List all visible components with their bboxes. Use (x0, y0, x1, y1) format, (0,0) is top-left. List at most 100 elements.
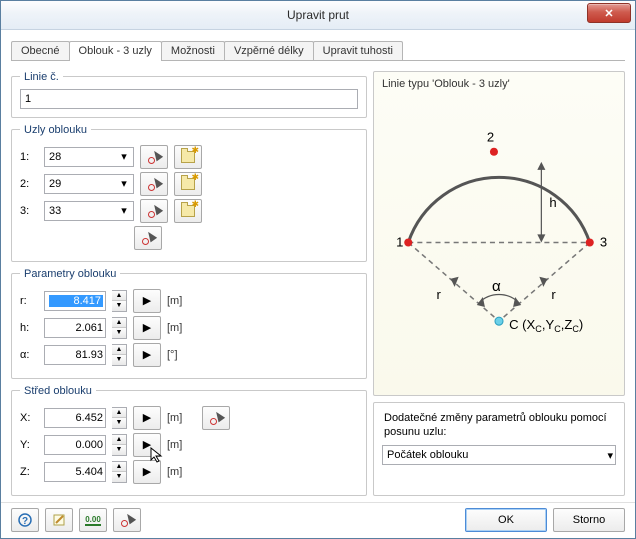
center-x-spinner[interactable]: ▲▼ (112, 407, 127, 429)
arrow-right-icon: ▶ (143, 411, 151, 424)
group-additional-changes: Dodatečné změny parametrů oblouku pomocí… (373, 402, 625, 496)
note-button[interactable] (45, 508, 73, 532)
new-folder-icon (181, 151, 195, 163)
ok-button[interactable]: OK (465, 508, 547, 532)
pick-icon (147, 177, 161, 191)
center-y-input[interactable]: 0.000 (44, 435, 106, 455)
param-r-label: r: (20, 295, 38, 307)
tab-bar: Obecné Oblouk - 3 uzly Možnosti Vzpěrné … (11, 38, 625, 61)
apply-pick-button[interactable] (113, 508, 141, 532)
pick-center-button[interactable] (202, 406, 230, 430)
param-h-lock-button[interactable]: ▶ (133, 316, 161, 340)
svg-text:r: r (436, 287, 441, 302)
param-alpha-spinner[interactable]: ▲▼ (112, 344, 127, 366)
node-1-label: 1: (20, 151, 38, 163)
center-x-lock-button[interactable]: ▶ (133, 406, 161, 430)
new-node-2-button[interactable] (174, 172, 202, 196)
dialog-window: Upravit prut ✕ Obecné Oblouk - 3 uzly Mo… (0, 0, 636, 539)
group-arc-nodes: Uzly oblouku 1: 28▾ 2: 29▾ 3: (11, 124, 367, 262)
center-z-input[interactable]: 5.404 (44, 462, 106, 482)
center-z-label: Z: (20, 466, 38, 478)
new-node-3-button[interactable] (174, 199, 202, 223)
arrow-right-icon: ▶ (143, 294, 151, 307)
param-r-lock-button[interactable]: ▶ (133, 289, 161, 313)
note-icon (52, 513, 66, 527)
pick-all-nodes-button[interactable] (134, 226, 162, 250)
group-arc-parameters: Parametry oblouku r: 8.417 ▲▼ ▶ [m] h: 2… (11, 268, 367, 379)
chevron-down-icon: ▾ (117, 177, 131, 191)
units-icon: 0.00 (85, 515, 101, 526)
param-r-input[interactable]: 8.417 (44, 291, 106, 311)
legend-arc-center: Střed oblouku (20, 385, 96, 397)
tab-edit-stiffness[interactable]: Upravit tuhosti (313, 41, 403, 60)
svg-text:α: α (492, 277, 501, 294)
arrow-right-icon: ▶ (143, 348, 151, 361)
diagram-title: Linie typu 'Oblouk - 3 uzly' (382, 78, 616, 90)
center-y-spinner[interactable]: ▲▼ (112, 434, 127, 456)
spin-up-icon: ▲ (112, 318, 126, 329)
spin-down-icon: ▼ (112, 472, 126, 482)
param-h-unit: [m] (167, 322, 182, 334)
chevron-down-icon: ▾ (117, 150, 131, 164)
spin-down-icon: ▼ (112, 301, 126, 311)
center-y-unit: [m] (167, 439, 182, 451)
help-button[interactable]: ? (11, 508, 39, 532)
center-y-label: Y: (20, 439, 38, 451)
units-button[interactable]: 0.00 (79, 508, 107, 532)
pick-multi-icon (141, 231, 155, 245)
node-1-combo[interactable]: 28▾ (44, 147, 134, 167)
spin-down-icon: ▼ (112, 445, 126, 455)
tab-buckling-lengths[interactable]: Vzpěrné délky (224, 41, 314, 60)
spin-down-icon: ▼ (112, 355, 126, 365)
spin-up-icon: ▲ (112, 408, 126, 419)
svg-text:1: 1 (396, 234, 403, 249)
line-no-input[interactable] (20, 89, 358, 109)
param-alpha-label: α: (20, 349, 38, 361)
arrow-right-icon: ▶ (143, 321, 151, 334)
pick-icon (147, 204, 161, 218)
param-alpha-lock-button[interactable]: ▶ (133, 343, 161, 367)
pick-node-3-button[interactable] (140, 199, 168, 223)
pick-node-1-button[interactable] (140, 145, 168, 169)
param-h-input[interactable]: 2.061 (44, 318, 106, 338)
group-line-no: Linie č. (11, 71, 367, 118)
node-2-label: 2: (20, 178, 38, 190)
spin-down-icon: ▼ (112, 418, 126, 428)
pick-node-2-button[interactable] (140, 172, 168, 196)
param-r-spinner[interactable]: ▲▼ (112, 290, 127, 312)
center-z-unit: [m] (167, 466, 182, 478)
close-button[interactable]: ✕ (587, 3, 631, 23)
spin-down-icon: ▼ (112, 328, 126, 338)
mouse-cursor-icon (150, 447, 166, 463)
tab-general[interactable]: Obecné (11, 41, 70, 60)
node-3-combo[interactable]: 33▾ (44, 201, 134, 221)
new-folder-icon (181, 205, 195, 217)
param-h-spinner[interactable]: ▲▼ (112, 317, 127, 339)
chevron-down-icon: ▾ (607, 449, 613, 462)
pick-apply-icon (120, 513, 134, 527)
tab-options[interactable]: Možnosti (161, 41, 225, 60)
node-2-combo[interactable]: 29▾ (44, 174, 134, 194)
center-z-spinner[interactable]: ▲▼ (112, 461, 127, 483)
svg-text:?: ? (22, 516, 28, 527)
cancel-button[interactable]: Storno (553, 508, 625, 532)
shift-node-combo[interactable]: Počátek oblouku ▾ (382, 445, 616, 465)
svg-text:2: 2 (487, 129, 494, 144)
spin-up-icon: ▲ (112, 435, 126, 446)
spin-up-icon: ▲ (112, 462, 126, 473)
legend-arc-nodes: Uzly oblouku (20, 124, 91, 136)
center-z-lock-button[interactable]: ▶ (133, 460, 161, 484)
dialog-footer: ? 0.00 OK Storno (1, 502, 635, 538)
param-alpha-input[interactable]: 81.93 (44, 345, 106, 365)
window-title: Upravit prut (287, 8, 349, 22)
chevron-down-icon: ▾ (117, 204, 131, 218)
pick-icon (209, 411, 223, 425)
new-node-1-button[interactable] (174, 145, 202, 169)
param-alpha-unit: [°] (167, 349, 178, 361)
arrow-right-icon: ▶ (143, 465, 151, 478)
center-x-input[interactable]: 6.452 (44, 408, 106, 428)
close-icon: ✕ (604, 7, 613, 20)
node-3-label: 3: (20, 205, 38, 217)
svg-text:3: 3 (600, 234, 607, 249)
tab-arc-3-nodes[interactable]: Oblouk - 3 uzly (69, 41, 162, 61)
